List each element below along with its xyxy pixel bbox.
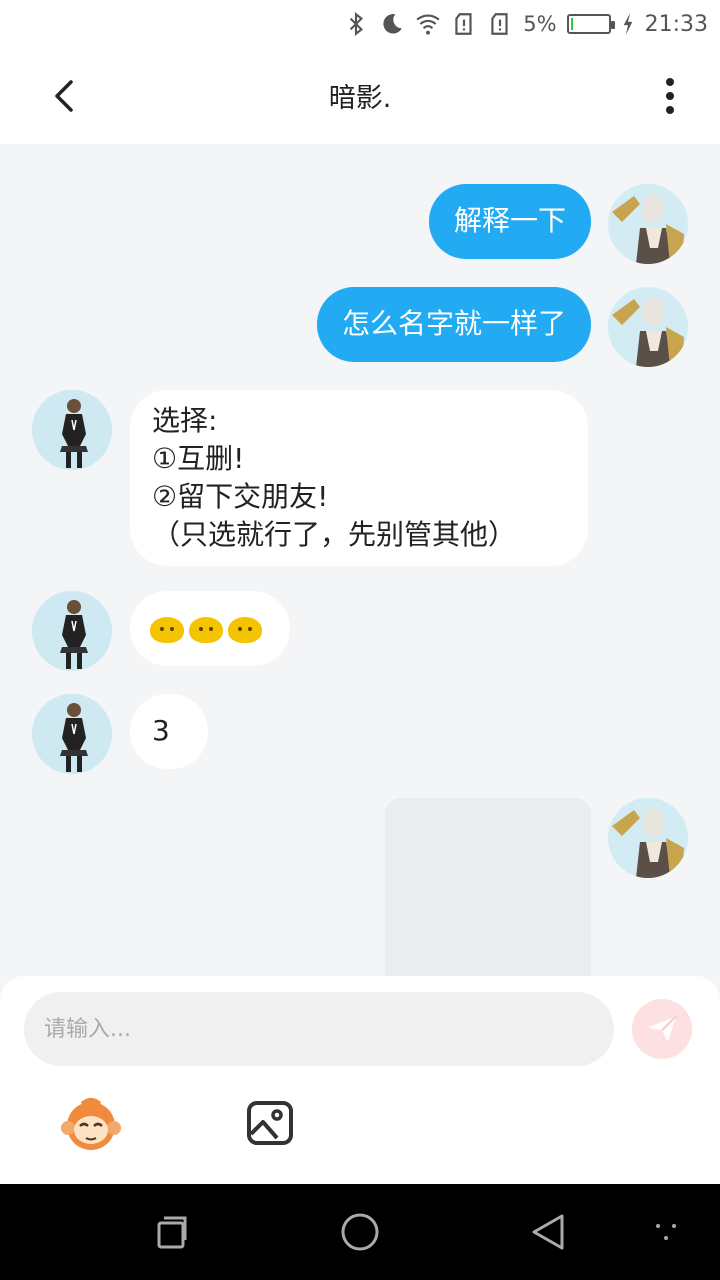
contact-avatar[interactable] bbox=[32, 694, 112, 774]
send-button[interactable] bbox=[632, 999, 692, 1059]
moon-icon bbox=[383, 14, 403, 34]
incoming-message-bubble[interactable]: 3 bbox=[130, 694, 208, 769]
chat-messages[interactable]: 解释一下 怎么名字就一样了 选择: ①互删! ②留下交朋友! （只选就行了，先别… bbox=[0, 144, 720, 978]
contact-avatar[interactable] bbox=[32, 390, 112, 470]
status-bar: 5% 21:33 bbox=[0, 0, 720, 48]
silent-face-emoji bbox=[189, 616, 223, 643]
recent-apps-icon bbox=[157, 1216, 187, 1249]
recent-apps-button[interactable] bbox=[150, 1210, 194, 1254]
contact-avatar[interactable] bbox=[32, 591, 112, 671]
message-text: 3 bbox=[152, 714, 170, 747]
avatar-image bbox=[608, 184, 688, 264]
incoming-message-bubble[interactable]: 选择: ①互删! ②留下交朋友! （只选就行了，先别管其他） bbox=[130, 390, 588, 566]
avatar-image bbox=[32, 390, 112, 470]
back-nav-button[interactable] bbox=[526, 1210, 570, 1254]
back-triangle-icon bbox=[532, 1214, 564, 1250]
sim2-icon bbox=[491, 13, 508, 35]
emoji-row bbox=[150, 610, 267, 648]
system-nav-bar bbox=[0, 1184, 720, 1280]
avatar-image bbox=[608, 798, 688, 878]
home-button[interactable] bbox=[338, 1210, 382, 1254]
image-picker-button[interactable] bbox=[246, 1100, 294, 1146]
wifi-icon bbox=[416, 14, 440, 35]
message-line: ②留下交朋友! bbox=[152, 480, 329, 513]
chat-title: 暗影. bbox=[328, 83, 392, 114]
menu-dots-icon bbox=[656, 1224, 676, 1240]
clock: 21:33 bbox=[644, 11, 708, 37]
message-line: ①互删! bbox=[152, 442, 245, 475]
outgoing-message-bubble[interactable]: 怎么名字就一样了 bbox=[316, 287, 591, 362]
chat-header: 暗影. bbox=[0, 48, 720, 144]
my-avatar[interactable] bbox=[608, 184, 688, 264]
message-text: 怎么名字就一样了 bbox=[341, 307, 566, 340]
image-icon bbox=[247, 1101, 293, 1145]
battery-level bbox=[570, 18, 573, 30]
message-line: （只选就行了，先别管其他） bbox=[152, 518, 517, 551]
avatar-image bbox=[32, 591, 112, 671]
sim1-icon bbox=[455, 13, 472, 35]
message-input[interactable] bbox=[24, 992, 614, 1066]
my-avatar[interactable] bbox=[608, 798, 688, 878]
home-icon bbox=[341, 1213, 379, 1251]
bluetooth-icon bbox=[350, 11, 364, 37]
monkey-sticker-icon bbox=[61, 1098, 121, 1150]
my-avatar[interactable] bbox=[608, 287, 688, 367]
outgoing-message-bubble[interactable]: 解释一下 bbox=[428, 184, 591, 259]
paper-plane-icon bbox=[647, 1015, 677, 1042]
sticker-button[interactable] bbox=[60, 1096, 122, 1152]
incoming-emoji-bubble[interactable] bbox=[130, 591, 290, 666]
more-vertical-icon bbox=[666, 78, 674, 114]
avatar-image bbox=[32, 694, 112, 774]
avatar-image bbox=[608, 287, 688, 367]
menu-dots-button[interactable] bbox=[644, 1210, 688, 1254]
battery-percent: 5% bbox=[523, 12, 557, 36]
silent-face-emoji bbox=[150, 616, 184, 643]
more-options-button[interactable] bbox=[644, 70, 696, 122]
message-text: 解释一下 bbox=[453, 204, 566, 237]
outgoing-image-message[interactable] bbox=[385, 798, 591, 978]
silent-face-emoji bbox=[228, 616, 262, 643]
battery-icon bbox=[566, 14, 615, 34]
message-line: 选择: bbox=[152, 404, 218, 437]
composer-panel bbox=[0, 976, 720, 1184]
charging-icon bbox=[623, 13, 632, 35]
